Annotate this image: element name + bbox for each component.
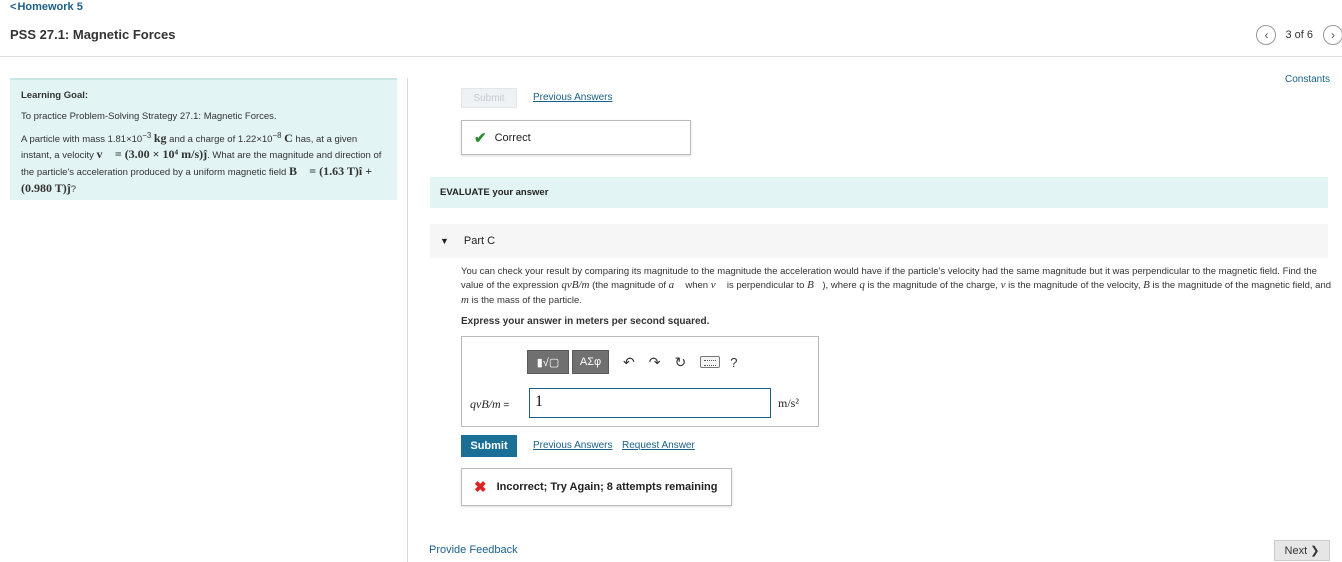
incorrect-feedback: ✖ Incorrect; Try Again; 8 attempts remai… bbox=[461, 468, 732, 506]
greek-symbols-button[interactable]: ΑΣφ bbox=[572, 350, 609, 374]
back-link-label: Homework 5 bbox=[17, 1, 83, 13]
chevron-right-icon: › bbox=[1331, 28, 1335, 42]
correct-text: Correct bbox=[494, 131, 531, 144]
answer-label: qvB/m = bbox=[470, 397, 510, 411]
page-title: PSS 27.1: Magnetic Forces bbox=[10, 27, 176, 42]
triangle-down-icon: ▼ bbox=[440, 236, 449, 246]
answer-instruction: Express your answer in meters per second… bbox=[461, 316, 710, 327]
back-to-homework-link[interactable]: <Homework 5 bbox=[10, 1, 83, 13]
next-label: Next bbox=[1284, 544, 1308, 557]
next-button[interactable]: Next ❯ bbox=[1274, 540, 1330, 561]
prior-previous-answers-link[interactable]: Previous Answers bbox=[533, 92, 612, 103]
keyboard-shortcuts-icon[interactable] bbox=[700, 356, 721, 368]
answer-editor: ▮√▢ ΑΣφ ↶ ↷ ↻ ? qvB/m = 1 m/s² bbox=[461, 336, 819, 427]
part-c-toggle[interactable]: ▼ Part C bbox=[430, 224, 1328, 258]
header-divider bbox=[0, 56, 1342, 57]
redo-icon[interactable]: ↷ bbox=[649, 354, 661, 371]
evaluate-heading: EVALUATE your answer bbox=[430, 177, 1328, 208]
item-count: 3 of 6 bbox=[1285, 29, 1313, 41]
answer-unit: m/s² bbox=[778, 396, 799, 410]
answer-input[interactable]: 1 bbox=[529, 388, 771, 418]
incorrect-text: Incorrect; Try Again; 8 attempts remaini… bbox=[496, 481, 718, 493]
undo-icon[interactable]: ↶ bbox=[623, 354, 635, 371]
help-icon[interactable]: ? bbox=[730, 355, 737, 370]
part-c-label: Part C bbox=[463, 235, 496, 247]
learning-goal-problem: A particle with mass 1.81×10−3 kg and a … bbox=[21, 130, 382, 196]
chevron-left-icon: ‹ bbox=[1264, 28, 1269, 42]
part-c-instructions: You can check your result by comparing i… bbox=[461, 266, 1332, 306]
previous-item-button[interactable]: ‹ bbox=[1256, 25, 1277, 45]
constants-link[interactable]: Constants bbox=[1285, 74, 1330, 85]
pager: ‹ 3 of 6 › bbox=[1256, 25, 1342, 45]
x-mark-icon: ✖ bbox=[474, 479, 487, 496]
chevron-left-icon: < bbox=[10, 1, 17, 13]
provide-feedback-link[interactable]: Provide Feedback bbox=[429, 544, 518, 556]
templates-button[interactable]: ▮√▢ bbox=[527, 350, 569, 374]
learning-goal-intro: To practice Problem-Solving Strategy 27.… bbox=[21, 110, 277, 122]
reset-icon[interactable]: ↻ bbox=[674, 354, 686, 371]
next-item-button[interactable]: › bbox=[1323, 25, 1342, 45]
request-answer-link[interactable]: Request Answer bbox=[622, 440, 695, 451]
checkmark-icon: ✔ bbox=[474, 129, 487, 147]
learning-goal-panel: Learning Goal: To practice Problem-Solvi… bbox=[10, 78, 397, 200]
chevron-right-icon: ❯ bbox=[1310, 545, 1320, 557]
learning-goal-heading: Learning Goal: bbox=[21, 90, 89, 101]
column-divider bbox=[407, 78, 408, 562]
math-toolbar: ▮√▢ ΑΣφ ↶ ↷ ↻ ? bbox=[527, 350, 737, 374]
prior-submit-button: Submit bbox=[461, 88, 517, 108]
submit-button[interactable]: Submit bbox=[461, 435, 517, 457]
velocity-expression: v⃗ = (3.00 × 10⁴ m/s)ĵ bbox=[96, 147, 208, 162]
correct-feedback: ✔ Correct bbox=[461, 120, 691, 155]
previous-answers-link[interactable]: Previous Answers bbox=[533, 440, 612, 451]
